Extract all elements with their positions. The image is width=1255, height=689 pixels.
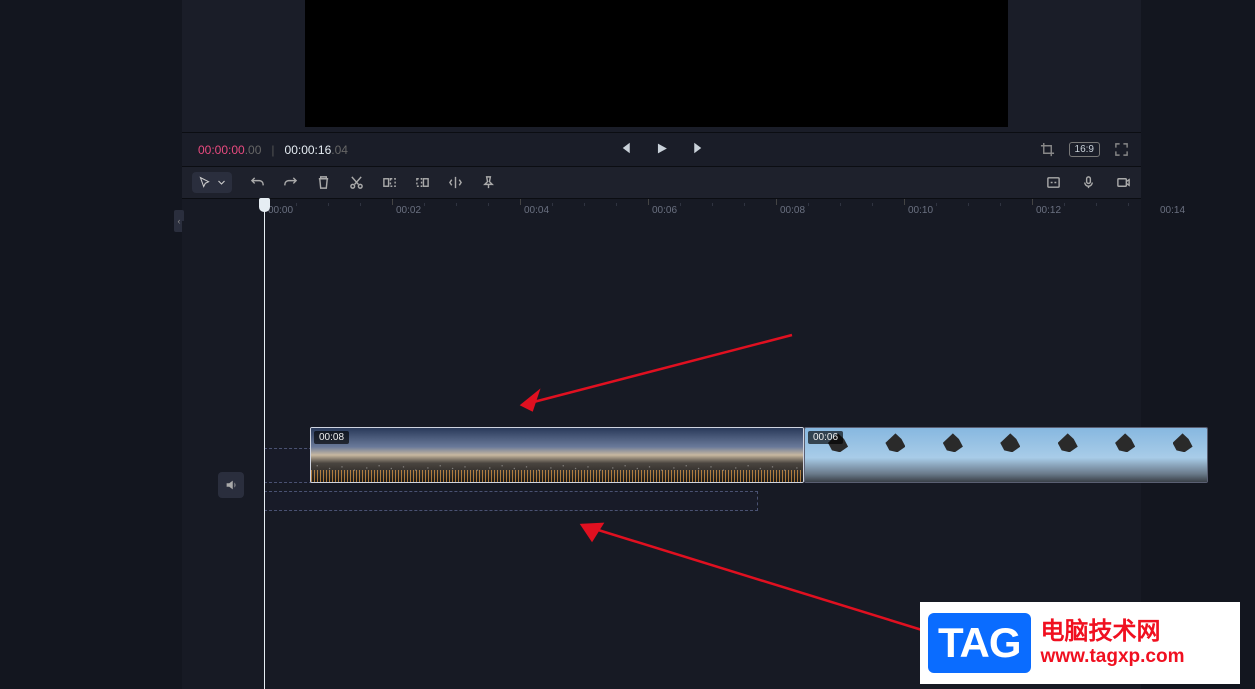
video-preview[interactable] bbox=[305, 0, 1008, 127]
split-right-button[interactable] bbox=[415, 175, 430, 190]
undo-icon bbox=[250, 175, 265, 190]
video-clip-1[interactable]: 00:08 bbox=[310, 427, 804, 483]
chevron-down-icon bbox=[217, 178, 226, 187]
toolbar-right bbox=[1046, 175, 1131, 190]
microphone-icon bbox=[1081, 175, 1096, 190]
fullscreen-button[interactable] bbox=[1114, 142, 1129, 157]
next-frame-button[interactable] bbox=[692, 141, 706, 158]
microphone-button[interactable] bbox=[1081, 175, 1096, 190]
previous-frame-button[interactable] bbox=[617, 141, 631, 158]
ruler-label: 00:12 bbox=[1036, 205, 1061, 216]
mirror-icon bbox=[448, 175, 463, 190]
current-time: 00:00:00.00 bbox=[198, 143, 261, 157]
delete-button[interactable] bbox=[316, 175, 331, 190]
preview-panel bbox=[182, 0, 1141, 133]
record-icon bbox=[1116, 175, 1131, 190]
split-left-icon bbox=[382, 175, 397, 190]
audio-track-toggle[interactable] bbox=[218, 472, 244, 498]
pin-icon bbox=[481, 175, 496, 190]
crop-icon bbox=[1040, 142, 1055, 157]
left-sidebar bbox=[0, 0, 182, 689]
watermark-url: www.tagxp.com bbox=[1041, 646, 1185, 668]
speaker-icon bbox=[224, 478, 238, 492]
redo-button[interactable] bbox=[283, 175, 298, 190]
playhead[interactable] bbox=[264, 199, 265, 689]
playback-bar: 00:00:00.00 | 00:00:16.04 16:9 bbox=[182, 133, 1141, 167]
main-editor: 00:00:00.00 | 00:00:16.04 16:9 bbox=[182, 0, 1141, 689]
split-left-button[interactable] bbox=[382, 175, 397, 190]
pin-button[interactable] bbox=[481, 175, 496, 190]
playback-controls bbox=[617, 141, 706, 158]
play-icon bbox=[655, 142, 668, 155]
ruler-label: 00:04 bbox=[524, 205, 549, 216]
cursor-tool-group[interactable] bbox=[192, 172, 232, 193]
split-right-icon bbox=[415, 175, 430, 190]
previous-frame-icon bbox=[617, 141, 631, 155]
clip-duration-label: 00:08 bbox=[314, 431, 349, 444]
annotation-arrow-1 bbox=[502, 330, 802, 430]
annotation-arrow-2 bbox=[562, 510, 932, 640]
watermark: TAG 电脑技术网 www.tagxp.com bbox=[920, 602, 1240, 684]
clip-audio-waveform bbox=[311, 470, 803, 482]
time-separator: | bbox=[271, 143, 274, 157]
watermark-badge: TAG bbox=[928, 613, 1031, 673]
total-time-value: 00:00:16 bbox=[285, 143, 332, 157]
auto-caption-icon bbox=[1046, 175, 1061, 190]
video-track: 00:08 00:06 bbox=[310, 427, 1208, 484]
cut-button[interactable] bbox=[349, 175, 364, 190]
record-button[interactable] bbox=[1116, 175, 1131, 190]
timeline-ruler[interactable]: 00:00 00:02 00:04 00:06 00:08 00:10 00:1… bbox=[182, 199, 1141, 221]
chevron-left-icon: ‹ bbox=[178, 216, 181, 226]
next-frame-icon bbox=[692, 141, 706, 155]
auto-caption-button[interactable] bbox=[1046, 175, 1061, 190]
ruler-label: 00:10 bbox=[908, 205, 933, 216]
current-time-value: 00:00:00 bbox=[198, 143, 245, 157]
ruler-label: 00:08 bbox=[780, 205, 805, 216]
aspect-ratio-badge[interactable]: 16:9 bbox=[1069, 142, 1100, 157]
undo-button[interactable] bbox=[250, 175, 265, 190]
redo-icon bbox=[283, 175, 298, 190]
ruler-label: 00:14 bbox=[1160, 205, 1185, 216]
mirror-button[interactable] bbox=[448, 175, 463, 190]
total-time-frames: .04 bbox=[331, 143, 348, 157]
ruler-label: 00:06 bbox=[652, 205, 677, 216]
drop-zone-audio[interactable] bbox=[264, 491, 758, 511]
clip-thumbnails bbox=[805, 428, 1207, 482]
ruler-label: 00:02 bbox=[396, 205, 421, 216]
crop-button[interactable] bbox=[1040, 142, 1055, 157]
fullscreen-icon bbox=[1114, 142, 1129, 157]
ruler-label: 00:00 bbox=[268, 205, 293, 216]
current-time-frames: .00 bbox=[245, 143, 262, 157]
video-clip-2[interactable]: 00:06 bbox=[804, 427, 1208, 483]
clip-duration-label: 00:06 bbox=[808, 431, 843, 444]
watermark-text: 电脑技术网 www.tagxp.com bbox=[1041, 618, 1185, 667]
total-time: 00:00:16.04 bbox=[285, 143, 348, 157]
cut-icon bbox=[349, 175, 364, 190]
watermark-title: 电脑技术网 bbox=[1041, 618, 1185, 646]
right-panel bbox=[1141, 0, 1255, 689]
timeline-toolbar bbox=[182, 167, 1141, 199]
display-controls: 16:9 bbox=[1040, 142, 1129, 157]
cursor-icon bbox=[198, 176, 211, 189]
play-button[interactable] bbox=[655, 142, 668, 158]
playhead-handle[interactable] bbox=[259, 198, 270, 212]
delete-icon bbox=[316, 175, 331, 190]
